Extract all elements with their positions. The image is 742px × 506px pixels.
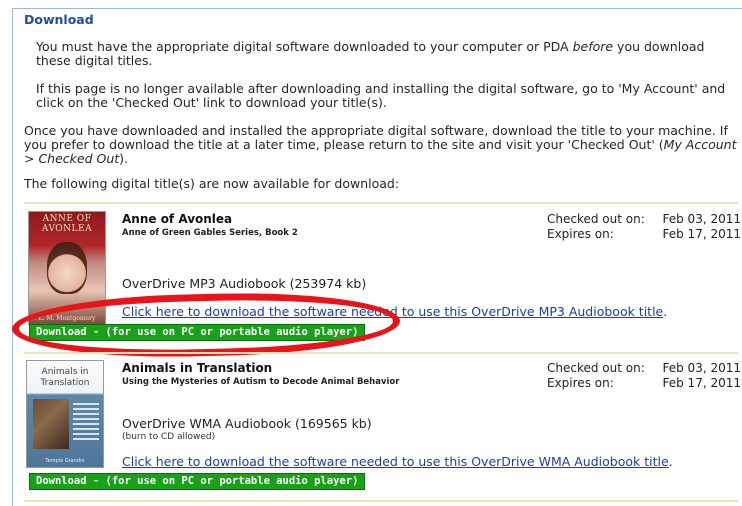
burn-to-cd-note: (burn to CD allowed) <box>122 432 216 442</box>
title-subtitle: Anne of Green Gables Series, Book 2 <box>122 228 298 238</box>
expires-date: Feb 17, 2011 <box>662 376 742 390</box>
intro-account-notice: If this page is no longer available afte… <box>36 81 726 110</box>
title-format: OverDrive MP3 Audiobook (253974 kb) <box>122 276 367 291</box>
title-subtitle: Using the Mysteries of Autism to Decode … <box>122 377 400 387</box>
cover-title: ANNE OF AVONLEA <box>41 214 93 234</box>
cover-author: L. M. Montgomery <box>38 315 96 322</box>
checkout-dates: Checked out on: Feb 03, 2011 Expires on: F… <box>547 212 741 242</box>
cover-text-lines <box>73 403 99 443</box>
available-titles-intro: The following digital title(s) are now a… <box>24 176 400 191</box>
book-cover-image: Animals in Translation Temple Grandin <box>26 360 104 468</box>
book-cover-image: ANNE OF AVONLEA L. M. Montgomery <box>28 211 106 325</box>
page-title: Download <box>24 12 94 27</box>
download-button[interactable]: Download - (for use on PC or portable au… <box>29 473 366 490</box>
divider <box>24 500 738 502</box>
divider <box>24 202 738 204</box>
software-download-link[interactable]: Click here to download the software need… <box>122 304 667 319</box>
checked-out-date: Feb 03, 2011 <box>662 361 742 375</box>
cover-author: Temple Grandin <box>45 458 85 464</box>
intro-download-later-notice: Once you have downloaded and installed t… <box>24 123 737 166</box>
checked-out-label: Checked out on: <box>547 212 645 226</box>
cover-photo <box>33 399 69 449</box>
checked-out-label: Checked out on: <box>547 361 645 375</box>
software-download-link[interactable]: Click here to download the software need… <box>122 454 673 469</box>
checkout-dates: Checked out on: Feb 03, 2011 Expires on: F… <box>547 361 741 391</box>
download-button[interactable]: Download - (for use on PC or portable au… <box>29 324 366 341</box>
cover-title: Animals in Translation <box>40 367 90 388</box>
expires-label: Expires on: <box>547 227 614 241</box>
expires-label: Expires on: <box>547 376 614 390</box>
title-name: Animals in Translation <box>122 361 273 375</box>
checked-out-date: Feb 03, 2011 <box>662 212 742 226</box>
expires-date: Feb 17, 2011 <box>662 227 742 241</box>
title-format: OverDrive WMA Audiobook (169565 kb) <box>122 416 372 431</box>
cover-portrait <box>47 242 87 294</box>
intro-software-notice: You must have the appropriate digital so… <box>36 39 705 68</box>
divider <box>24 352 738 354</box>
title-name: Anne of Avonlea <box>122 212 233 226</box>
